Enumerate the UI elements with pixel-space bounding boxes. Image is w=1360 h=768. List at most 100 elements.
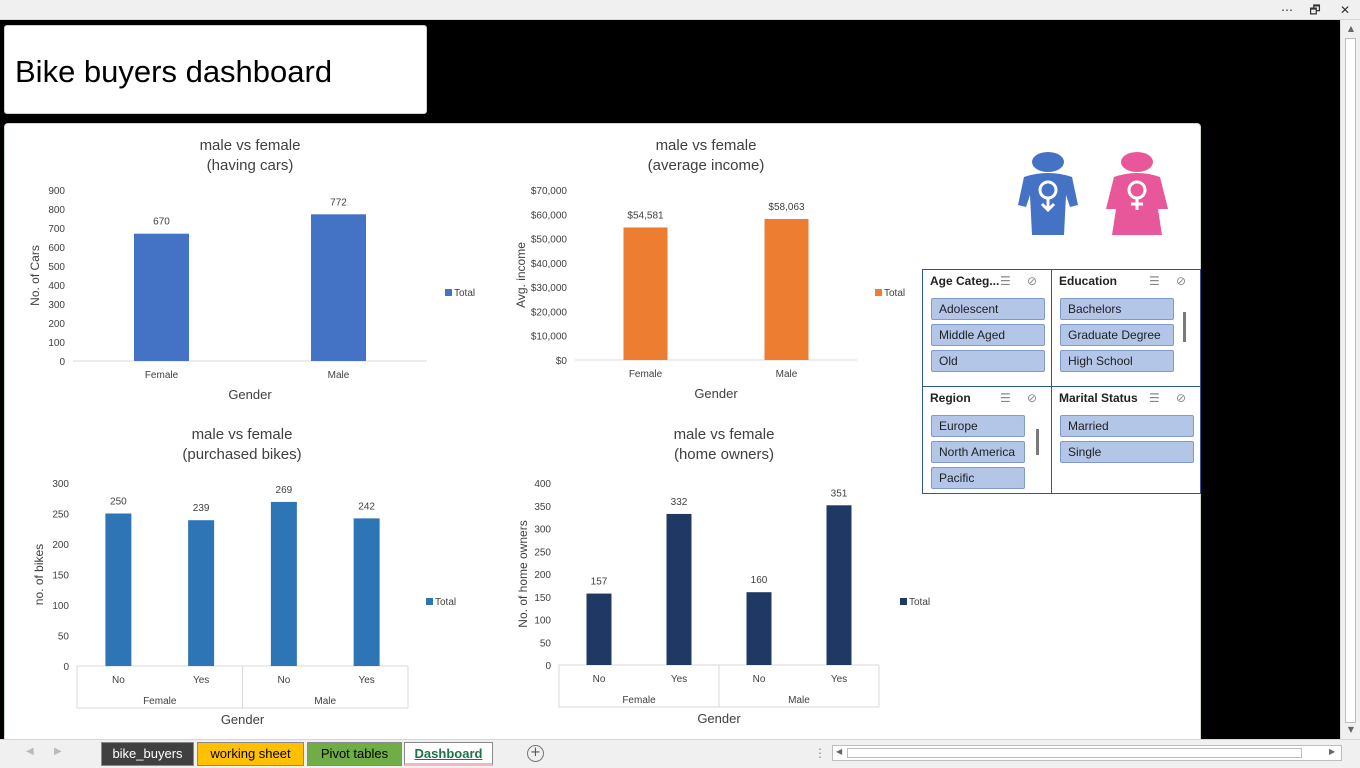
group-label: Female [622, 695, 656, 706]
data-label: 351 [831, 488, 848, 499]
y-tick-label: 100 [534, 616, 551, 627]
tab-splitter-icon[interactable]: ⋮ [814, 746, 826, 760]
slicer-item-pacific[interactable]: Pacific [931, 467, 1025, 489]
scroll-left-icon[interactable]: ◀ [836, 747, 842, 756]
y-tick-label: 350 [534, 502, 551, 513]
x-tick-label: Male [328, 370, 350, 381]
multi-select-icon[interactable]: ☰ [1000, 391, 1011, 405]
slicer-item-bachelors[interactable]: Bachelors [1060, 298, 1174, 320]
bar [623, 227, 668, 360]
slicer-item-north-america[interactable]: North America [931, 441, 1025, 463]
sheet-tab-dashboard[interactable]: Dashboard [404, 742, 493, 766]
sheet-tab-working-sheet[interactable]: working sheet [197, 742, 304, 766]
y-axis-title: Avg. income [514, 242, 528, 308]
legend-label: Total [435, 597, 456, 608]
bar [826, 505, 852, 665]
slicer-education-title: Education [1059, 274, 1118, 288]
y-tick-label: 300 [52, 479, 69, 490]
next-sheet-icon[interactable]: ▶ [54, 746, 62, 757]
vertical-scroll-thumb[interactable] [1345, 38, 1356, 723]
x-tick-label: Female [145, 370, 179, 381]
clear-filter-icon[interactable]: ⊘ [1176, 274, 1186, 288]
legend-label: Total [884, 288, 905, 299]
slicer-item-high-school[interactable]: High School [1060, 350, 1174, 372]
worksheet-canvas[interactable]: Bike buyers dashboard male vs female (hav… [0, 20, 1340, 739]
slicer-scrollbar[interactable] [1183, 312, 1186, 342]
y-tick-label: $70,000 [531, 186, 568, 197]
data-label: 269 [276, 485, 293, 496]
clear-filter-icon[interactable]: ⊘ [1176, 391, 1186, 405]
group-label: Male [788, 695, 810, 706]
legend-label: Total [454, 288, 475, 299]
x-axis-title: Gender [694, 386, 738, 401]
chart-title: male vs female [656, 137, 757, 154]
chart-subtitle: (home owners) [674, 446, 774, 463]
chart-having-cars[interactable]: male vs female (having cars) 0 100 200 300 400… [5, 124, 495, 414]
x-axis-title: Gender [221, 712, 265, 727]
horizontal-scroll-thumb[interactable] [847, 748, 1302, 758]
multi-select-icon[interactable]: ☰ [1149, 391, 1160, 405]
chart-average-income[interactable]: male vs female (average income) $0 $10,000 $… [475, 124, 935, 414]
prev-sheet-icon[interactable]: ◀ [26, 746, 34, 757]
slicer-item-middle-aged[interactable]: Middle Aged [931, 324, 1045, 346]
multi-select-icon[interactable]: ☰ [1000, 274, 1011, 288]
slicer-item-old[interactable]: Old [931, 350, 1045, 372]
scroll-up-icon[interactable]: ▲ [1341, 21, 1360, 37]
more-options-icon[interactable]: ⋯ [1277, 2, 1297, 18]
legend-swatch [445, 289, 452, 296]
bar [764, 218, 809, 360]
clear-filter-icon[interactable]: ⊘ [1027, 274, 1037, 288]
x-tick-label: Yes [831, 674, 847, 685]
x-axis-title: Gender [228, 387, 272, 402]
slicer-scrollbar[interactable] [1036, 429, 1039, 455]
chart-home-owners[interactable]: male vs female (home owners) 0 50 100 150 200 2… [475, 419, 935, 739]
x-tick-label: Yes [671, 674, 687, 685]
y-axis-title: No. of Cars [28, 245, 42, 306]
data-label: 160 [751, 575, 768, 586]
close-icon[interactable]: ✕ [1335, 2, 1355, 18]
y-tick-label: 250 [52, 510, 69, 521]
slicer-item-graduate-degree[interactable]: Graduate Degree [1060, 324, 1174, 346]
y-tick-label: 700 [48, 224, 65, 235]
slicer-item-europe[interactable]: Europe [931, 415, 1025, 437]
horizontal-scrollbar[interactable]: ◀ ▶ [832, 745, 1342, 761]
x-tick-label: Yes [358, 675, 374, 686]
bar [270, 501, 297, 666]
slicer-item-single[interactable]: Single [1060, 441, 1194, 463]
chart-title: male vs female [200, 137, 301, 154]
slicer-marital-status: Marital Status ☰ ⊘ Married Single [1051, 386, 1201, 494]
data-label: 332 [671, 497, 688, 508]
restore-window-icon[interactable]: 🗗 [1305, 2, 1325, 18]
chart-purchased-bikes[interactable]: male vs female (purchased bikes) 0 50 100 150… [5, 419, 485, 739]
slicer-item-adolescent[interactable]: Adolescent [931, 298, 1045, 320]
sheet-tab-pivot-tables[interactable]: Pivot tables [307, 742, 402, 766]
chart-title: male vs female [674, 426, 775, 443]
y-tick-label: 150 [52, 571, 69, 582]
add-sheet-button[interactable]: + [527, 745, 544, 762]
sheet-tab-bike-buyers[interactable]: bike_buyers [101, 742, 194, 766]
dashboard-panel: male vs female (having cars) 0 100 200 300 400… [4, 123, 1201, 739]
x-tick-label: No [112, 675, 125, 686]
y-tick-label: $40,000 [531, 259, 568, 270]
multi-select-icon[interactable]: ☰ [1149, 274, 1160, 288]
scroll-down-icon[interactable]: ▼ [1341, 722, 1360, 738]
y-tick-label: 0 [545, 661, 551, 672]
bar [666, 513, 692, 665]
y-axis-title: no. of bikes [32, 544, 46, 605]
clear-filter-icon[interactable]: ⊘ [1027, 391, 1037, 405]
scroll-right-icon[interactable]: ▶ [1329, 747, 1335, 756]
dashboard-title-box[interactable]: Bike buyers dashboard [4, 25, 427, 114]
slicer-item-married[interactable]: Married [1060, 415, 1194, 437]
y-tick-label: $20,000 [531, 307, 568, 318]
y-tick-label: 100 [48, 338, 65, 349]
x-tick-label: Male [776, 369, 798, 380]
bar [311, 214, 366, 361]
window-top-bar: ⋯ 🗗 ✕ [0, 0, 1360, 20]
y-tick-label: 300 [48, 300, 65, 311]
sheet-tab-bar: ◀ ▶ + ⋮ ◀ ▶ bike_buyers working sheet Pivo… [0, 739, 1360, 768]
y-tick-label: 150 [534, 593, 551, 604]
male-person-icon [1018, 152, 1078, 235]
slicer-age-title: Age Categ... [930, 274, 1000, 288]
x-tick-label: Female [629, 369, 663, 380]
vertical-scrollbar[interactable]: ▲ ▼ [1340, 20, 1360, 739]
